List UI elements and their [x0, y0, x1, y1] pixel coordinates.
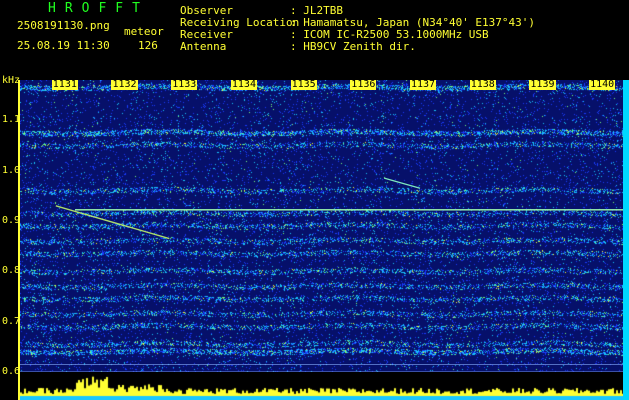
file-name: 2508191130.png [17, 19, 110, 32]
x-tick-label: 1133 [171, 79, 198, 90]
y-tick-label: 0.6 [2, 365, 21, 377]
x-tick-label: 1138 [469, 79, 496, 90]
y-tick-label: 0.9 [2, 214, 21, 226]
level-strip [623, 80, 629, 400]
meteor-count: 126 [138, 39, 158, 52]
antenna-value: : HB9CV Zenith dir. [290, 40, 416, 53]
x-tick-label: 1139 [529, 79, 556, 90]
x-tick-label: 1135 [290, 79, 317, 90]
meteor-streak [55, 205, 170, 240]
spectrogram-plot [20, 80, 623, 382]
y-axis-line [18, 80, 20, 400]
detection-mode: meteor [124, 25, 164, 38]
spectrogram-signals [20, 177, 623, 373]
x-tick-label: 1136 [350, 79, 377, 90]
hrofft-window: HROFFT 2508191130.png 25.08.19 11:30 met… [0, 0, 629, 400]
y-tick-label: 0.8 [2, 265, 21, 277]
meteor-streak [384, 177, 421, 189]
signal-histogram [20, 372, 623, 400]
x-tick-label: 1140 [589, 79, 616, 90]
x-tick-label: 1132 [111, 79, 138, 90]
y-tick-label: 1.0 [2, 164, 21, 176]
app-title: HROFFT [48, 1, 149, 16]
capture-datetime: 25.08.19 11:30 [17, 39, 110, 52]
x-tick-label: 1137 [410, 79, 437, 90]
antenna-label: Antenna [180, 40, 227, 53]
y-tick-label: 0.7 [2, 315, 21, 327]
x-tick-label: 1134 [230, 79, 257, 90]
y-tick-label: 1.1 [2, 114, 21, 126]
x-tick-label: 1131 [51, 79, 78, 90]
